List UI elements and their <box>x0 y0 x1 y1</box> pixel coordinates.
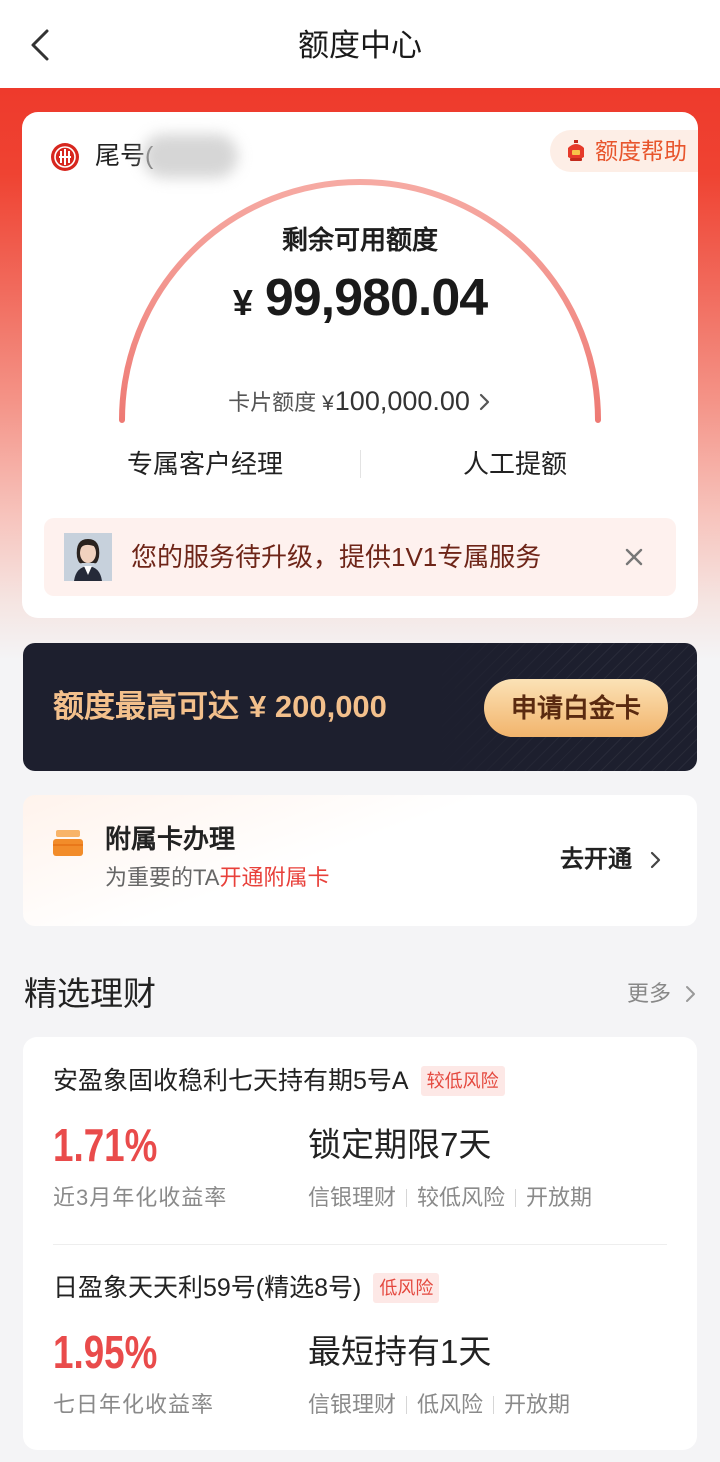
chevron-left-icon <box>31 29 49 61</box>
holding-term: 锁定期限7天 <box>308 1126 492 1163</box>
card-limit-label: 卡片额度 <box>228 390 317 415</box>
promo-amount: ¥ 200,000 <box>249 689 387 724</box>
product-tag: 开放期 <box>505 1183 592 1213</box>
product-tags: 信银理财 低风险 开放期 <box>308 1390 570 1420</box>
supplementary-card-entry[interactable]: 附属卡办理 为重要的TA开通附属卡 去开通 <box>23 795 697 926</box>
manager-avatar <box>64 533 112 581</box>
remaining-limit-label: 剩余可用额度 <box>281 225 438 255</box>
chevron-right-icon <box>479 393 490 411</box>
supplementary-card-desc: 为重要的TA开通附属卡 <box>105 863 330 893</box>
product-name-row: 安盈象固收稳利七天持有期5号A 较低风险 <box>53 1065 505 1097</box>
product-tag: 信银理财 <box>308 1392 397 1417</box>
bank-logo-icon <box>51 143 79 171</box>
supplementary-desc-highlight: 开通附属卡 <box>219 865 330 890</box>
card-stack-icon <box>53 830 83 856</box>
limit-help-button[interactable]: 额度帮助 <box>550 130 698 172</box>
credit-limit-card: 尾号( 额度帮助 剩余可用额度 ¥ 99,980.04 卡片额度 ¥ 100,0… <box>22 112 698 618</box>
more-link[interactable]: 更多 <box>627 979 671 1009</box>
risk-badge: 低风险 <box>373 1273 440 1303</box>
service-upgrade-text: 您的服务待升级，提供1V1专属服务 <box>131 542 542 572</box>
chevron-right-icon[interactable] <box>684 984 697 1004</box>
product-tag: 较低风险 <box>396 1183 505 1213</box>
lantern-icon <box>568 140 584 161</box>
product-name: 安盈象固收稳利七天持有期5号A <box>53 1067 409 1095</box>
yield-label: 七日年化收益率 <box>53 1392 215 1417</box>
remaining-amount-value: 99,980.04 <box>264 269 488 327</box>
manual-limit-increase-button[interactable]: 人工提额 <box>415 448 615 480</box>
section-title: 精选理财 <box>24 975 156 1012</box>
supplementary-card-title: 附属卡办理 <box>105 824 236 854</box>
yield-rate: 1.95% <box>53 1326 158 1378</box>
product-tag: 开放期 <box>483 1390 570 1420</box>
product-name-row: 日盈象天天利59号(精选8号) 低风险 <box>53 1272 440 1304</box>
currency-symbol: ¥ <box>232 282 253 323</box>
action-divider <box>360 450 361 478</box>
account-manager-button[interactable]: 专属客户经理 <box>105 448 305 480</box>
masked-card-number <box>142 134 238 178</box>
product-tag: 信银理财 <box>308 1185 397 1210</box>
close-icon[interactable] <box>622 545 646 569</box>
open-supplementary-button[interactable]: 去开通 <box>560 845 632 875</box>
yield-rate: 1.71% <box>53 1119 158 1171</box>
product-list: 安盈象固收稳利七天持有期5号A 较低风险 1.71% 锁定期限7天 近3月年化收… <box>23 1037 697 1450</box>
promo-text: 额度最高可达 <box>53 689 239 724</box>
card-limit-currency: ¥ <box>322 392 334 415</box>
top-nav-bar: 额度中心 <box>0 0 720 88</box>
product-item[interactable]: 日盈象天天利59号(精选8号) 低风险 1.95% 最短持有1天 七日年化收益率… <box>23 1244 697 1450</box>
card-limit-value: 100,000.00 <box>334 386 470 416</box>
product-tags: 信银理财 较低风险 开放期 <box>308 1183 592 1213</box>
yield-label: 近3月年化收益率 <box>53 1185 228 1210</box>
supplementary-desc-prefix: 为重要的TA <box>105 865 220 890</box>
apply-platinum-button[interactable]: 申请白金卡 <box>484 679 668 737</box>
chevron-right-icon <box>650 851 661 869</box>
card-limit-link[interactable]: 卡片额度 ¥ 100,000.00 <box>22 385 698 419</box>
limit-help-label: 额度帮助 <box>595 138 687 164</box>
product-tag: 低风险 <box>396 1390 483 1420</box>
promo-headline: 额度最高可达 ¥ 200,000 <box>53 687 387 727</box>
page-title: 额度中心 <box>298 28 422 63</box>
holding-term: 最短持有1天 <box>308 1333 492 1370</box>
back-button[interactable] <box>20 24 62 66</box>
remaining-limit-amount: ¥ 99,980.04 <box>22 268 698 332</box>
product-name: 日盈象天天利59号(精选8号) <box>53 1274 362 1302</box>
service-upgrade-notice[interactable]: 您的服务待升级，提供1V1专属服务 <box>44 518 676 596</box>
risk-badge: 较低风险 <box>420 1066 505 1096</box>
platinum-card-promo: 额度最高可达 ¥ 200,000 申请白金卡 <box>23 643 697 771</box>
product-item[interactable]: 安盈象固收稳利七天持有期5号A 较低风险 1.71% 锁定期限7天 近3月年化收… <box>23 1037 697 1244</box>
